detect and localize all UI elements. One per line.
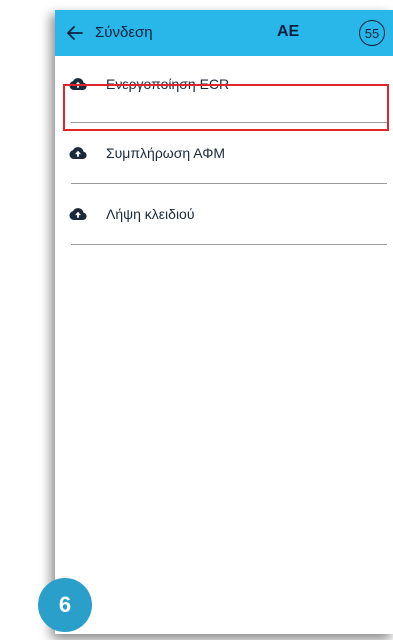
menu-item-label: Λήψη κλειδιού xyxy=(106,206,195,222)
cloud-upload-icon xyxy=(69,208,87,220)
menu-item-get-key[interactable]: Λήψη κλειδιού xyxy=(61,186,387,244)
header-title: Σύνδεση xyxy=(95,24,153,41)
menu-item-ecr-activation[interactable]: Ενεργοποίηση ECR xyxy=(61,56,387,114)
device-screen: Σύνδεση AE 55 Ενεργοποίηση ECR Συμπλήρωσ… xyxy=(55,10,393,634)
arrow-left-icon xyxy=(67,26,83,40)
step-number-marker: 6 xyxy=(38,578,92,632)
app-header: Σύνδεση AE 55 xyxy=(55,10,393,56)
page: Σύνδεση AE 55 Ενεργοποίηση ECR Συμπλήρωσ… xyxy=(0,0,393,640)
back-button[interactable] xyxy=(63,21,87,45)
menu-item-label: Συμπλήρωση ΑΦΜ xyxy=(106,145,226,161)
menu-item-label: Ενεργοποίηση ECR xyxy=(106,76,230,92)
divider xyxy=(71,183,387,184)
count-badge: 55 xyxy=(359,20,385,46)
cloud-upload-icon xyxy=(69,147,87,159)
header-center-label: AE xyxy=(277,23,300,40)
cloud-upload-icon xyxy=(69,78,87,90)
menu-item-fill-afm[interactable]: Συμπλήρωση ΑΦΜ xyxy=(61,125,387,183)
divider xyxy=(71,122,387,123)
divider xyxy=(71,244,387,245)
